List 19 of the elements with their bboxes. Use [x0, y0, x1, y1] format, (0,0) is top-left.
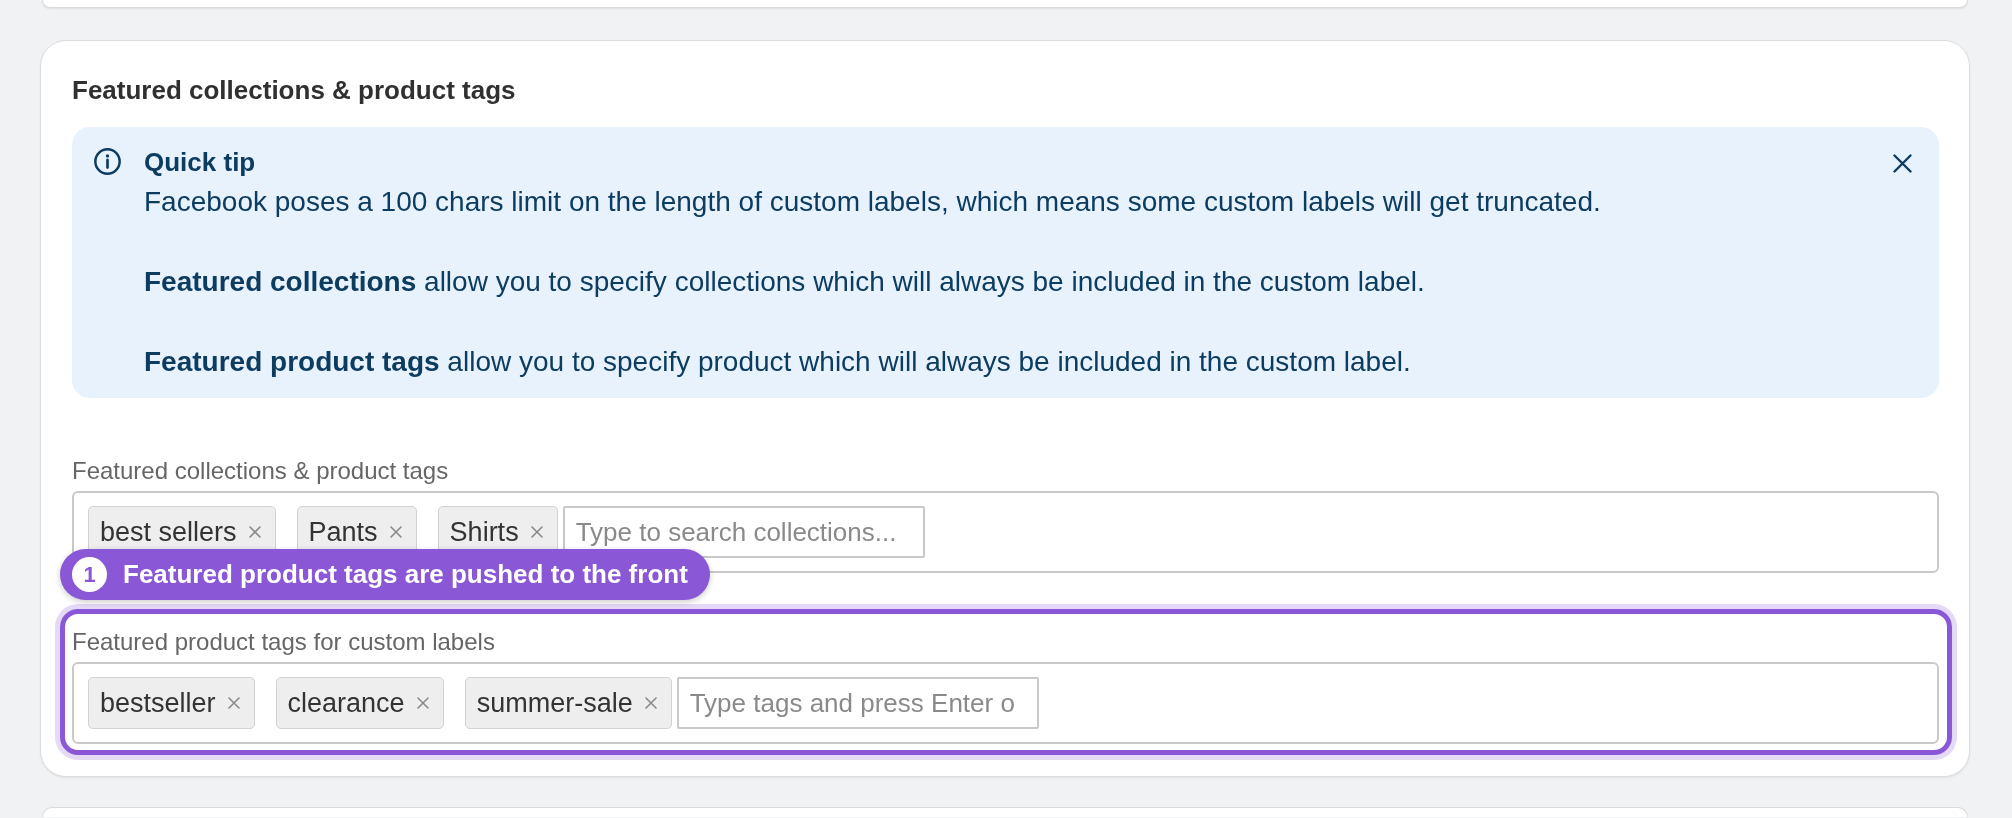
tip-text: Featured product tags allow you to specify product which will always be included in the custom label. — [144, 345, 1412, 379]
tag-label: best sellers — [100, 516, 237, 548]
tag-label: bestseller — [100, 687, 216, 719]
step-number: 1 — [72, 557, 107, 592]
callout-text: Featured product tags are pushed to the front — [123, 559, 688, 590]
tag-label: summer-sale — [476, 687, 633, 719]
field-label: Featured collections & product tags — [72, 456, 450, 486]
close-icon[interactable] — [1893, 154, 1912, 173]
section-title: Featured collections & product tags — [72, 74, 517, 106]
tag-label: clearance — [287, 687, 405, 719]
tag-input[interactable]: Type to search collections... — [562, 506, 925, 558]
tip-text: Featured collections allow you to specify collections which will always be included in the custom label. — [144, 265, 1426, 299]
tip-title: Quick tip — [144, 146, 257, 179]
field-label: Featured product tags for custom labels — [72, 627, 496, 657]
tag-label: Shirts — [449, 516, 519, 548]
tag-input[interactable]: Type tags and press Enter o — [676, 677, 1039, 729]
tag-label: Pants — [308, 516, 378, 548]
tip-text: Facebook poses a 100 chars limit on the length of custom labels, which means some custom labels will get truncated. — [144, 185, 1602, 219]
info-icon — [94, 148, 121, 175]
